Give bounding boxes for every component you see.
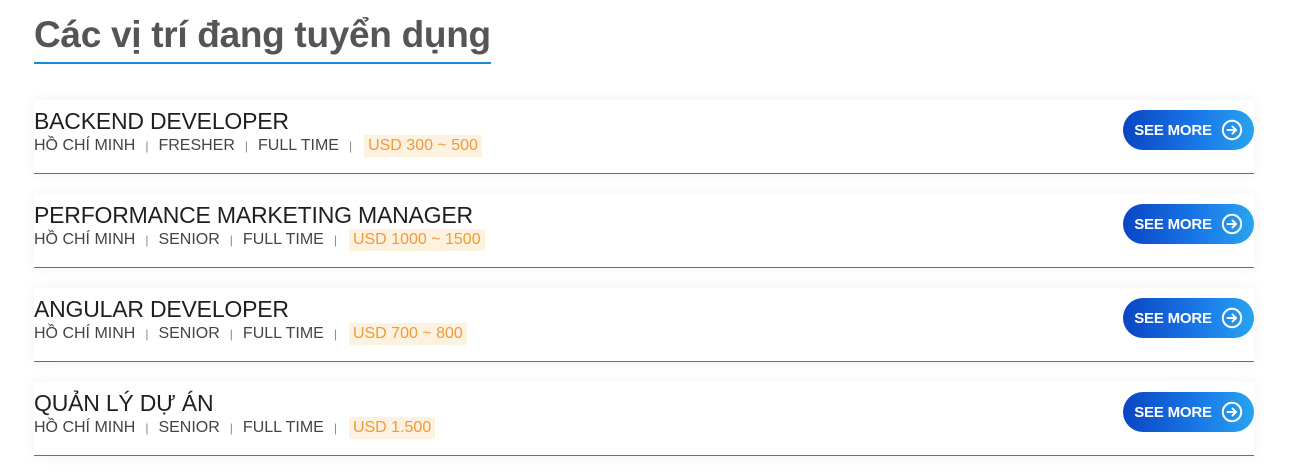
meta-separator: | [229,421,233,435]
arrow-right-circle-icon [1221,213,1243,235]
see-more-button[interactable]: SEE MORE [1123,298,1254,338]
job-salary: USD 700 ~ 800 [348,323,467,345]
job-list: BACKEND DEVELOPER HỒ CHÍ MINH | FRESHER … [34,100,1254,475]
meta-separator: | [145,327,149,341]
meta-separator: | [348,139,353,153]
job-type: FULL TIME [242,419,324,436]
job-type: FULL TIME [258,137,339,154]
job-card: PERFORMANCE MARKETING MANAGER HỒ CHÍ MIN… [34,194,1254,268]
meta-separator: | [145,421,149,435]
job-location: HỒ CHÍ MINH [34,325,136,342]
job-salary: USD 1.500 [348,417,436,439]
meta-separator: | [145,233,149,247]
job-level: SENIOR [158,419,220,436]
arrow-right-circle-icon [1221,119,1243,141]
job-card: QUẢN LÝ DỰ ÁN HỒ CHÍ MINH | SENIOR | FUL… [34,382,1254,456]
job-meta: HỒ CHÍ MINH | SENIOR | FULL TIME | USD 1… [34,417,436,439]
job-meta: HỒ CHÍ MINH | SENIOR | FULL TIME | USD 1… [34,229,485,251]
meta-separator: | [145,139,149,153]
arrow-right-circle-icon [1221,401,1243,423]
job-location: HỒ CHÍ MINH [34,231,136,248]
job-card: BACKEND DEVELOPER HỒ CHÍ MINH | FRESHER … [34,100,1254,174]
see-more-button[interactable]: SEE MORE [1123,392,1254,432]
job-title[interactable]: PERFORMANCE MARKETING MANAGER [34,202,473,229]
job-salary: USD 300 ~ 500 [364,135,482,157]
job-title[interactable]: BACKEND DEVELOPER [34,108,289,135]
job-level: SENIOR [158,325,220,342]
job-level: FRESHER [158,137,235,154]
job-salary: USD 1000 ~ 1500 [348,229,485,251]
arrow-right-circle-icon [1221,307,1243,329]
see-more-label: SEE MORE [1134,403,1212,421]
meta-separator: | [333,327,337,341]
see-more-label: SEE MORE [1134,309,1212,327]
meta-separator: | [333,233,337,247]
meta-separator: | [244,139,249,153]
job-title[interactable]: QUẢN LÝ DỰ ÁN [34,390,214,417]
job-meta: HỒ CHÍ MINH | FRESHER | FULL TIME | USD … [34,135,482,157]
job-openings-section: Các vị trí đang tuyển dụng BACKEND DEVEL… [0,0,1289,475]
meta-separator: | [229,327,233,341]
job-level: SENIOR [158,231,220,248]
job-meta: HỒ CHÍ MINH | SENIOR | FULL TIME | USD 7… [34,323,467,345]
see-more-label: SEE MORE [1134,121,1212,139]
see-more-label: SEE MORE [1134,215,1212,233]
meta-separator: | [333,421,337,435]
meta-separator: | [229,233,233,247]
job-type: FULL TIME [242,325,324,342]
job-location: HỒ CHÍ MINH [34,419,136,436]
job-title[interactable]: ANGULAR DEVELOPER [34,296,289,323]
section-title: Các vị trí đang tuyển dụng [34,14,491,64]
see-more-button[interactable]: SEE MORE [1123,110,1254,150]
job-card: ANGULAR DEVELOPER HỒ CHÍ MINH | SENIOR |… [34,288,1254,362]
job-location: HỒ CHÍ MINH [34,137,136,154]
job-type: FULL TIME [242,231,324,248]
see-more-button[interactable]: SEE MORE [1123,204,1254,244]
